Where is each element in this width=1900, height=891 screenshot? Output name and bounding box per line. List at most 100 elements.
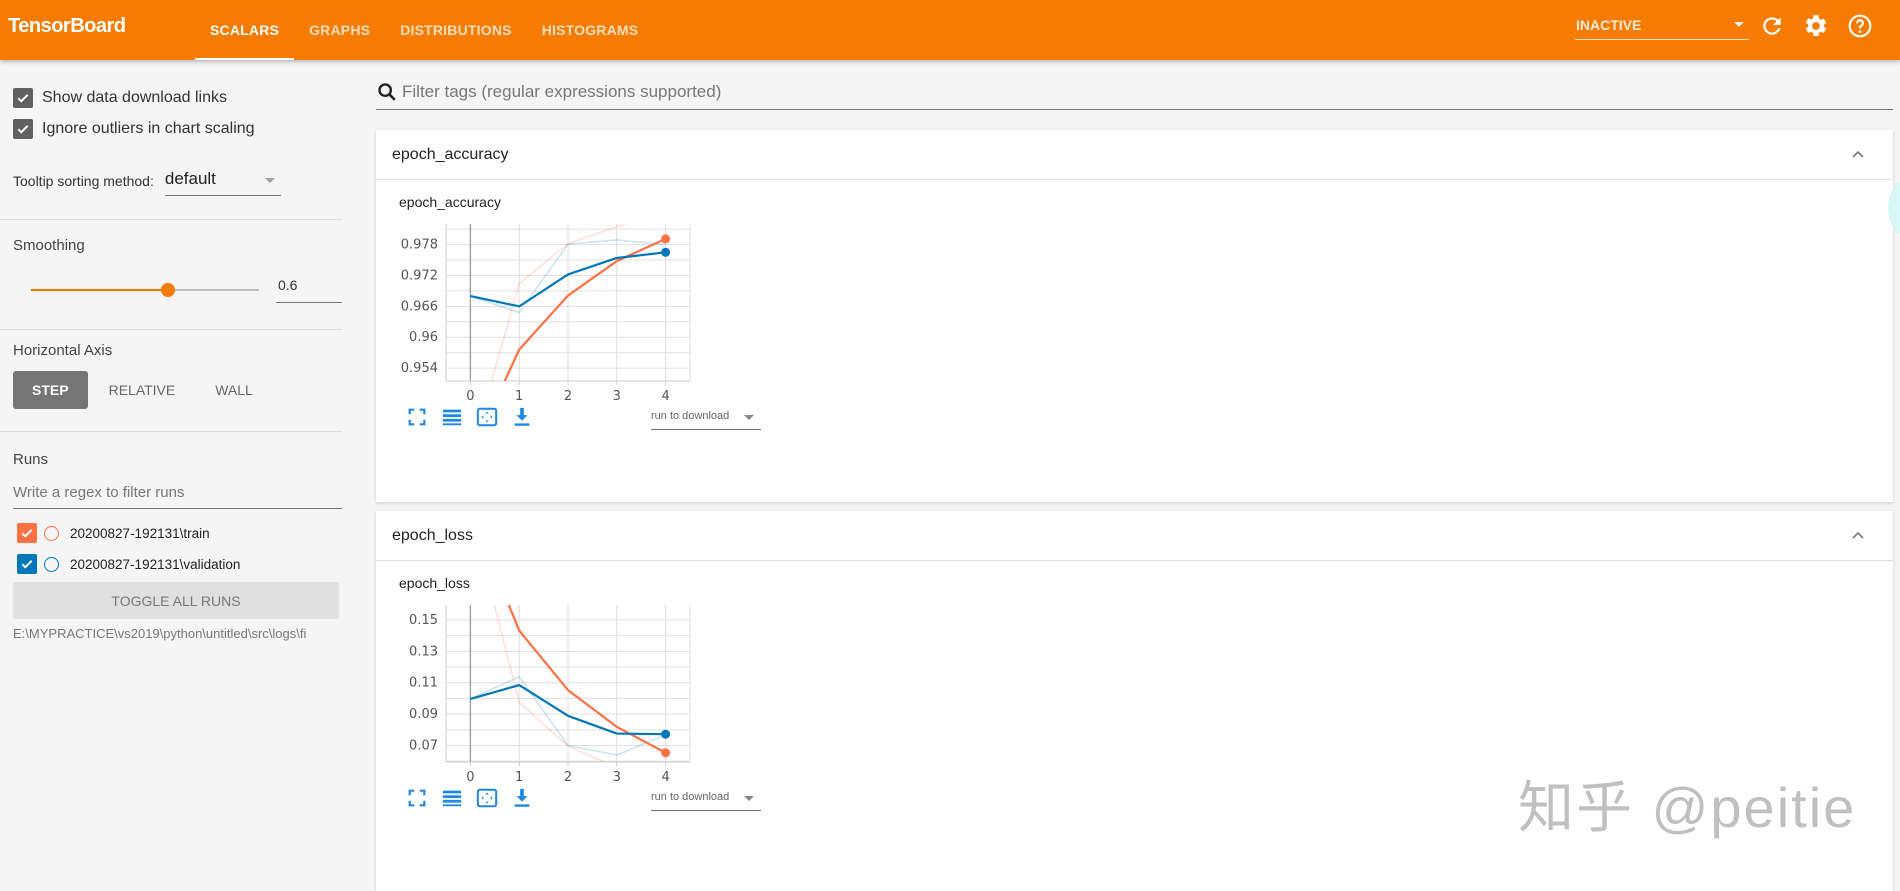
run-to-download-select[interactable]: run to download <box>651 788 761 811</box>
y-tick-label: 0.11 <box>409 676 438 691</box>
chart-toolbar <box>406 406 546 428</box>
y-tick-label: 0.954 <box>401 361 438 376</box>
top-toolbar: TensorBoard SCALARS GRAPHS DISTRIBUTIONS… <box>0 0 1900 60</box>
x-tick-label: 3 <box>613 389 621 404</box>
tab-distributions[interactable]: DISTRIBUTIONS <box>385 0 527 60</box>
fullscreen-icon[interactable] <box>406 406 428 428</box>
smoothing-label: Smoothing <box>13 237 85 254</box>
checkbox-checked-icon <box>13 119 33 139</box>
chart-title: epoch_loss <box>399 575 470 591</box>
run-item-validation[interactable]: 20200827-192131\validation <box>17 554 240 574</box>
fit-domain-icon[interactable] <box>476 406 498 428</box>
tooltip-sorting-label: Tooltip sorting method: <box>13 173 154 189</box>
run-checkbox-checked-icon[interactable] <box>17 554 37 574</box>
main-content: Filter tags (regular expressions support… <box>376 60 1900 891</box>
series-endpoint-marker <box>661 234 671 244</box>
chart-toolbar <box>406 787 546 809</box>
slider-fill <box>31 289 168 291</box>
pane-title: epoch_accuracy <box>392 146 509 163</box>
ignore-outliers-checkbox[interactable]: Ignore outliers in chart scaling <box>13 119 255 139</box>
settings-gear-icon[interactable] <box>1803 13 1829 39</box>
fullscreen-icon[interactable] <box>406 787 428 809</box>
pane-header[interactable]: epoch_accuracy <box>376 130 1893 180</box>
sidebar: Show data download links Ignore outliers… <box>0 60 355 884</box>
x-tick-label: 2 <box>564 389 572 404</box>
checkbox-checked-icon <box>13 88 33 108</box>
toggle-log-scale-icon[interactable] <box>441 406 463 428</box>
series-endpoint-marker <box>661 729 671 739</box>
tab-histograms[interactable]: HISTOGRAMS <box>527 0 654 60</box>
tab-scalars[interactable]: SCALARS <box>195 0 295 60</box>
pane-header[interactable]: epoch_loss <box>376 511 1893 561</box>
run-to-download-label: run to download <box>651 410 730 422</box>
horizontal-axis-label: Horizontal Axis <box>13 342 113 359</box>
help-icon[interactable] <box>1847 13 1873 39</box>
chart-title: epoch_accuracy <box>399 194 501 210</box>
x-tick-label: 0 <box>466 389 474 404</box>
search-icon <box>378 83 396 101</box>
toggle-all-runs-button[interactable]: TOGGLE ALL RUNS <box>13 582 339 619</box>
chevron-up-icon[interactable] <box>1851 147 1865 161</box>
y-tick-label: 0.07 <box>409 739 438 754</box>
download-icon[interactable] <box>511 787 533 809</box>
log-directory-path: E:\MYPRACTICE\vs2019\python\untitled\src… <box>13 626 307 641</box>
y-tick-label: 0.96 <box>409 330 438 345</box>
x-tick-label: 0 <box>466 770 474 785</box>
run-name: 20200827-192131\validation <box>70 556 241 572</box>
runs-filter-input[interactable]: Write a regex to filter runs <box>13 476 342 509</box>
x-tick-label: 4 <box>661 770 669 785</box>
run-name: 20200827-192131\train <box>70 525 210 541</box>
tag-filter-placeholder: Filter tags (regular expressions support… <box>402 82 722 101</box>
show-download-links-checkbox[interactable]: Show data download links <box>13 88 227 108</box>
pane-title: epoch_loss <box>392 527 473 544</box>
slider-knob[interactable] <box>160 283 175 297</box>
x-tick-label: 2 <box>564 770 572 785</box>
status-select-value: INACTIVE <box>1576 17 1642 33</box>
y-tick-label: 0.09 <box>409 707 438 722</box>
smoothing-slider[interactable] <box>31 283 259 297</box>
download-icon[interactable] <box>511 406 533 428</box>
x-tick-label: 1 <box>515 770 523 785</box>
axis-wall-button[interactable]: WALL <box>196 371 272 409</box>
series-endpoint-marker <box>661 247 671 257</box>
run-to-download-select[interactable]: run to download <box>651 407 761 430</box>
axis-step-button[interactable]: STEP <box>13 371 88 409</box>
run-item-train[interactable]: 20200827-192131\train <box>17 523 210 543</box>
toggle-log-scale-icon[interactable] <box>441 787 463 809</box>
run-checkbox-checked-icon[interactable] <box>17 523 37 543</box>
refresh-icon[interactable] <box>1759 13 1785 39</box>
x-tick-label: 3 <box>613 770 621 785</box>
loss-chart[interactable]: 0.07 0.09 0.11 0.13 0.15 0 1 2 3 4 <box>390 593 710 785</box>
inactive-dashboards-select[interactable]: INACTIVE <box>1575 14 1749 40</box>
chevron-down-icon <box>1734 22 1744 27</box>
runs-label: Runs <box>13 451 49 468</box>
x-tick-label: 1 <box>515 389 523 404</box>
chevron-down-icon <box>264 178 275 183</box>
tooltip-sorting-row: Tooltip sorting method: default <box>13 169 281 196</box>
y-tick-label: 0.978 <box>401 238 438 253</box>
show-download-links-label: Show data download links <box>42 89 228 106</box>
tooltip-sorting-dropdown[interactable]: default <box>164 169 281 196</box>
run-radio-icon[interactable] <box>44 525 59 541</box>
watermark-text: 知乎 @peitie <box>1518 776 1857 839</box>
run-to-download-label: run to download <box>651 791 730 803</box>
tab-graphs[interactable]: GRAPHS <box>294 0 385 60</box>
dashboard-tabs: SCALARS GRAPHS DISTRIBUTIONS HISTOGRAMS <box>195 0 653 60</box>
tooltip-sorting-value: default <box>164 169 216 188</box>
fit-domain-icon[interactable] <box>476 787 498 809</box>
axis-relative-button[interactable]: RELATIVE <box>90 371 195 409</box>
chevron-down-icon <box>744 415 754 420</box>
smoothing-value-input[interactable]: 0.6 <box>276 274 342 303</box>
run-radio-icon[interactable] <box>44 556 59 572</box>
tag-filter-input[interactable]: Filter tags (regular expressions support… <box>376 75 1893 110</box>
y-tick-label: 0.966 <box>401 299 438 314</box>
horizontal-axis-selector: STEP RELATIVE WALL <box>13 371 274 409</box>
chevron-up-icon[interactable] <box>1851 528 1865 542</box>
y-tick-label: 0.13 <box>409 644 438 659</box>
app-title: TensorBoard <box>8 15 126 37</box>
y-tick-label: 0.15 <box>409 613 438 628</box>
chevron-down-icon <box>744 796 754 801</box>
divider <box>0 329 342 330</box>
accuracy-chart[interactable]: 0.954 0.96 0.966 0.972 0.978 0 1 2 3 4 <box>390 212 710 404</box>
y-tick-label: 0.972 <box>401 268 438 283</box>
